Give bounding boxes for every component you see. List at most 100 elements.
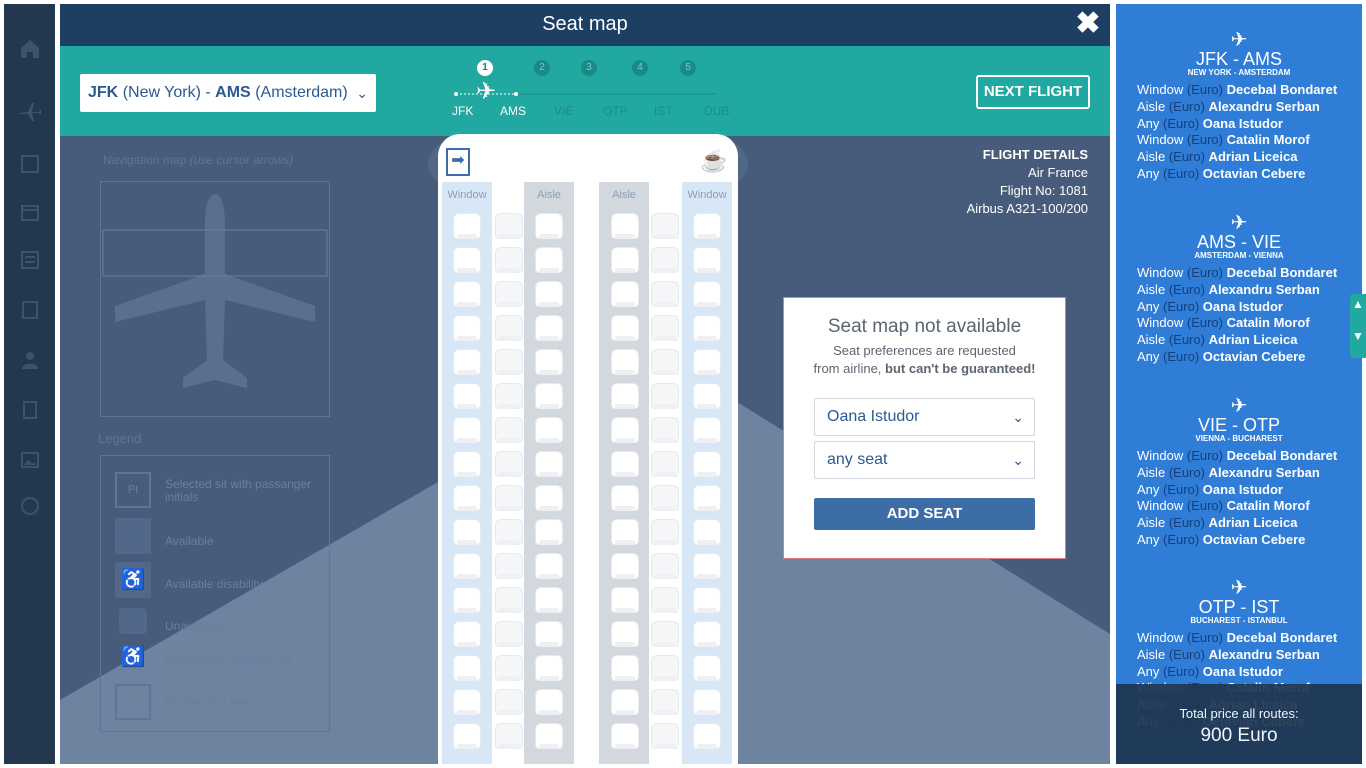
passenger-currency: (Euro) [1168, 464, 1205, 480]
passenger-currency: (Euro) [1168, 149, 1205, 165]
scroll-up-icon[interactable]: ▲ [1350, 294, 1366, 314]
dialog-sub-line2a: from airline, [813, 361, 882, 376]
passenger-currency: (Euro) [1186, 82, 1223, 97]
airplane-icon: ✈ [1230, 577, 1248, 599]
route-to-code: AMS [215, 84, 251, 101]
list-icon[interactable] [4, 240, 55, 280]
passenger-currency: (Euro) [1163, 298, 1200, 314]
passenger-currency: (Euro) [1186, 132, 1223, 148]
passenger-currency: (Euro) [1163, 165, 1200, 181]
passenger-seat-pref: Any [1137, 481, 1160, 497]
passenger-seat-pref: Any [1137, 115, 1160, 131]
passenger-name: Alexandru Serban [1208, 646, 1320, 662]
step-2[interactable]: 2 [534, 60, 550, 76]
column-header-aisle-left: Aisle [537, 189, 561, 201]
passenger-currency: (Euro) [1186, 265, 1223, 280]
passenger-line: Any (Euro) Oana Istudor [1116, 116, 1362, 133]
info-icon[interactable] [4, 486, 55, 526]
passenger-currency: (Euro) [1163, 481, 1200, 497]
passenger-select[interactable]: Oana Istudor ⌄ [814, 398, 1035, 436]
passenger-name: Octavian Cebere [1202, 531, 1306, 547]
passenger-name: Decebal Bondaret [1226, 82, 1338, 97]
route-subtitle: VIENNA - BUCHAREST [1195, 434, 1283, 443]
route-title: VIE - OTP [1197, 415, 1280, 435]
coffee-icon: ☕ [700, 148, 728, 173]
passenger-currency: (Euro) [1163, 348, 1200, 364]
passenger-line: Any (Euro) Oana Istudor [1116, 664, 1362, 681]
route-from-code: JFK [88, 84, 119, 101]
passenger-line: Window (Euro) Decebal Bondaret [1116, 448, 1362, 465]
passenger-name: Alexandru Serban [1208, 464, 1320, 480]
legend-title: Legend [98, 431, 142, 446]
route-title: JFK - AMS [1195, 49, 1282, 69]
passenger-line: Aisle (Euro) Alexandru Serban [1116, 282, 1362, 299]
step-label-vie: VIE [554, 104, 574, 118]
passenger-seat-pref: Any [1137, 165, 1160, 181]
passenger-seat-pref: Any [1137, 531, 1160, 547]
route-select[interactable]: JFK (New York) - AMS (Amsterdam) ⌄ [80, 74, 376, 112]
passenger-name: Catalin Morof [1226, 132, 1310, 148]
plane-nav-icon[interactable] [4, 92, 55, 132]
user-icon[interactable] [4, 340, 55, 380]
passenger-line: Aisle (Euro) Alexandru Serban [1116, 99, 1362, 116]
passenger-name: Adrian Liceica [1208, 149, 1298, 165]
passenger-line: Window (Euro) Catalin Morof [1116, 132, 1362, 149]
passenger-select-value: Oana Istudor [827, 408, 920, 425]
passenger-seat-pref: Aisle [1137, 281, 1166, 297]
flight-details: FLIGHT DETAILS Air France Flight No: 108… [828, 146, 1088, 218]
nav-map[interactable] [100, 181, 330, 417]
passenger-line: Aisle (Euro) Adrian Liceica [1116, 515, 1362, 532]
home-icon[interactable] [4, 29, 55, 69]
passenger-name: Oana Istudor [1202, 298, 1283, 314]
calendar-icon[interactable] [4, 192, 55, 232]
step-1[interactable]: 1 [477, 60, 493, 76]
passenger-seat-pref: Aisle [1137, 98, 1166, 114]
chevron-down-icon: ⌄ [356, 85, 368, 101]
airplane-icon: ✈ [1230, 395, 1248, 417]
image-icon[interactable] [4, 440, 55, 480]
passenger-currency: (Euro) [1168, 332, 1205, 348]
passenger-name: Decebal Bondaret [1226, 448, 1338, 463]
report-icon[interactable] [4, 390, 55, 430]
step-label-dub: DUB [704, 104, 730, 118]
close-icon: ✖ [1075, 7, 1101, 40]
dialog-sub-line1: Seat preferences are requested [833, 343, 1016, 358]
step-5[interactable]: 5 [680, 60, 696, 76]
passenger-line: Any (Euro) Octavian Cebere [1116, 166, 1362, 183]
document-edit-icon[interactable] [4, 290, 55, 330]
passenger-seat-pref: Any [1137, 298, 1160, 314]
nav-map-title-text: Navigation map [103, 153, 187, 167]
nav-map-hint: (use cursor arrows) [189, 153, 294, 167]
passenger-name: Alexandru Serban [1208, 281, 1320, 297]
passenger-line: Window (Euro) Decebal Bondaret [1116, 82, 1362, 99]
exit-icon: ➡ [446, 148, 470, 176]
step-4[interactable]: 4 [632, 60, 648, 76]
routes-summary-panel[interactable]: ✈ JFK - AMS NEW YORK - AMSTERDAM Window (Eu… [1116, 4, 1362, 764]
window-column-left [442, 182, 492, 764]
passenger-name: Catalin Morof [1226, 498, 1310, 514]
close-button[interactable]: ✖ [1074, 7, 1102, 40]
step-3[interactable]: 3 [581, 60, 597, 76]
passenger-currency: (Euro) [1186, 448, 1223, 463]
add-seat-button[interactable]: ADD SEAT [814, 498, 1035, 530]
passenger-name: Oana Istudor [1202, 115, 1283, 131]
passenger-seat-pref: Window [1137, 82, 1184, 97]
passenger-seat-pref: Window [1137, 448, 1184, 463]
step-label-otp: OTP [603, 104, 628, 118]
chevron-down-icon: ⌄ [1012, 409, 1024, 425]
passenger-currency: (Euro) [1186, 498, 1223, 514]
panel-scroll-arrows[interactable]: ▲ ▼ [1350, 294, 1366, 358]
total-price-bar: Total price all routes: 900 Euro [1116, 684, 1362, 764]
seat-preference-select[interactable]: any seat ⌄ [814, 441, 1035, 479]
wheelchair-icon: ♿ [115, 562, 151, 598]
seat-preference-value: any seat [827, 451, 888, 468]
passenger-line: Window (Euro) Decebal Bondaret [1116, 630, 1362, 647]
passenger-seat-pref: Window [1137, 498, 1184, 514]
hotel-icon[interactable] [4, 144, 55, 184]
scroll-down-icon[interactable]: ▼ [1350, 314, 1366, 358]
column-header-window-left: Window [447, 189, 487, 201]
next-flight-button[interactable]: NEXT FLIGHT [976, 75, 1090, 109]
airplane-icon: ✈ [1230, 212, 1248, 234]
legend-selected-label: Selected sit with passanger initials [165, 477, 312, 504]
passenger-seat-pref: Window [1137, 315, 1184, 331]
